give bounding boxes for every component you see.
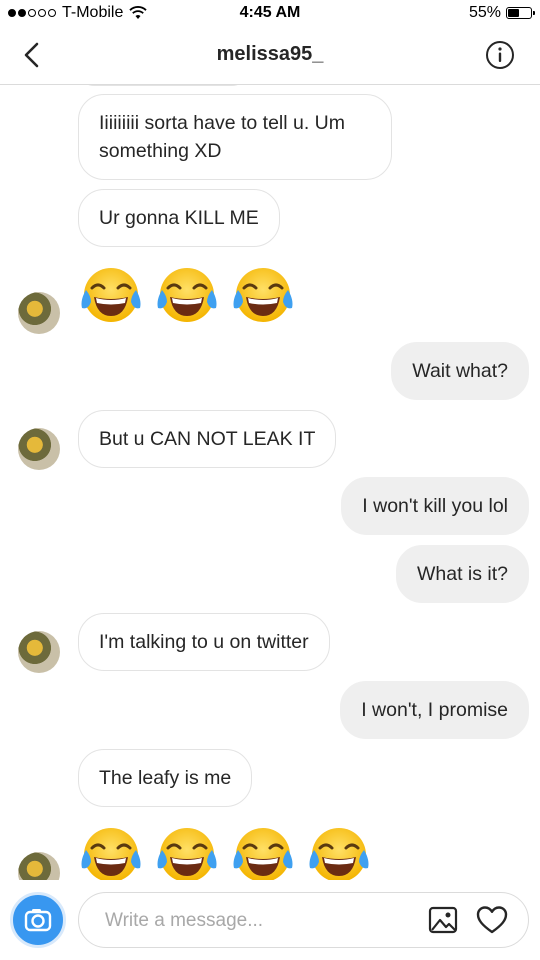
face-with-tears-of-joy-icon xyxy=(157,268,217,322)
message-bubble-outgoing[interactable]: I won't, I promise xyxy=(340,681,529,739)
info-icon xyxy=(486,41,514,69)
heart-icon xyxy=(476,906,508,934)
composer-area xyxy=(0,880,540,960)
emoji-message[interactable] xyxy=(78,824,372,880)
conversation-header: melissa95_ xyxy=(0,28,540,85)
gallery-button[interactable] xyxy=(428,905,458,935)
like-button[interactable] xyxy=(476,905,508,935)
message-composer xyxy=(78,892,529,948)
conversation-title[interactable]: melissa95_ xyxy=(0,43,540,66)
status-bar: T-Mobile 4:45 AM 55% xyxy=(0,0,540,28)
camera-button[interactable] xyxy=(10,892,66,948)
status-right: 55% xyxy=(468,4,535,22)
sender-avatar[interactable] xyxy=(18,428,60,470)
face-with-tears-of-joy-icon xyxy=(309,828,369,880)
info-button[interactable] xyxy=(485,40,515,70)
message-bubble-incoming[interactable]: The leafy is me xyxy=(78,749,253,807)
face-with-tears-of-joy-icon xyxy=(157,828,217,880)
status-time: 4:45 AM xyxy=(239,4,301,21)
sender-avatar[interactable] xyxy=(18,292,60,334)
sender-avatar[interactable] xyxy=(18,852,60,880)
message-bubble-incoming[interactable]: Iiiiiiiii sorta have to tell u. Um somet… xyxy=(78,94,392,180)
message-bubble-incoming[interactable]: But u CAN NOT LEAK IT xyxy=(78,410,337,468)
battery-icon xyxy=(506,7,535,19)
message-bubble-outgoing[interactable]: I won't kill you lol xyxy=(341,477,529,535)
face-with-tears-of-joy-icon xyxy=(233,268,293,322)
message-bubble-incoming[interactable]: I'm talking to u on twitter xyxy=(78,613,330,671)
message-bubble-outgoing[interactable]: Wait what? xyxy=(391,342,529,400)
battery-percent: 55% xyxy=(468,4,501,21)
camera-icon xyxy=(24,909,52,932)
face-with-tears-of-joy-icon xyxy=(233,828,293,880)
message-bubble-incoming[interactable]: Ur gonna KILL ME xyxy=(78,189,280,247)
sender-avatar[interactable] xyxy=(18,631,60,673)
message-thread[interactable]: Iiiiiiiii sorta have to tell u. Um somet… xyxy=(0,84,540,880)
message-bubble-outgoing[interactable]: What is it? xyxy=(395,545,529,603)
face-with-tears-of-joy-icon xyxy=(81,268,141,322)
image-icon xyxy=(428,906,458,934)
message-input[interactable] xyxy=(103,907,407,935)
emoji-message[interactable] xyxy=(78,264,296,330)
face-with-tears-of-joy-icon xyxy=(81,828,141,880)
